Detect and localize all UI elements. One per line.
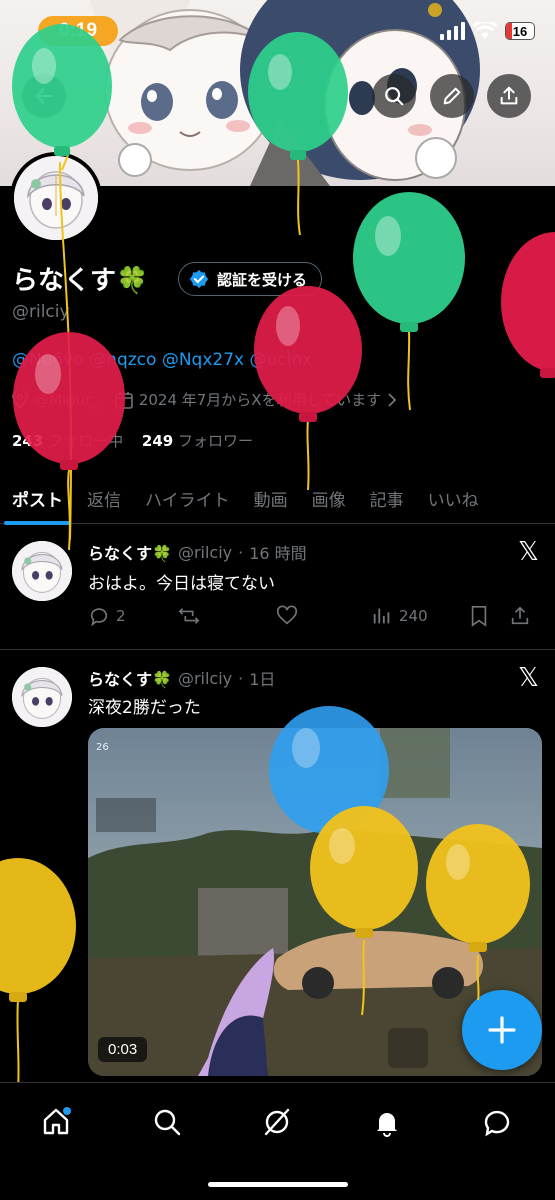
video-duration: 0:03 <box>98 1037 148 1062</box>
nav-grok[interactable] <box>252 1097 302 1147</box>
repost-icon <box>178 608 200 624</box>
svg-text:26: 26 <box>96 742 109 753</box>
views-chart-icon <box>373 608 390 624</box>
get-verified-button[interactable]: 認証を受ける <box>178 262 323 296</box>
pencil-icon <box>443 87 461 105</box>
battery-indicator: 16 <box>505 22 535 40</box>
messages-icon <box>484 1110 510 1137</box>
avatar-illustration <box>12 667 72 727</box>
post-text: 深夜2勝だった <box>88 698 201 718</box>
search-button[interactable] <box>372 74 416 118</box>
balloon-red-1 <box>254 286 362 491</box>
share-icon <box>500 86 518 105</box>
home-indicator <box>208 1182 348 1187</box>
nav-home[interactable] <box>31 1097 81 1147</box>
post-time: 16 時間 <box>249 544 307 563</box>
compose-post-button[interactable] <box>462 990 542 1070</box>
heart-icon <box>276 605 298 625</box>
tab-replies[interactable]: 返信 <box>75 472 133 524</box>
profile-tabs: ポスト 返信 ハイライト 動画 画像 記事 いいね <box>0 472 555 525</box>
post-separator: · <box>238 542 244 562</box>
wifi-icon <box>473 22 497 39</box>
search-icon <box>385 87 404 106</box>
back-button[interactable] <box>22 74 66 118</box>
x-logo-icon: 𝕏 <box>518 537 539 567</box>
nav-search[interactable] <box>142 1097 192 1147</box>
followers-label: フォロワー <box>177 432 253 450</box>
signal-icon <box>440 22 465 40</box>
avatar-illustration <box>12 541 72 601</box>
following-link[interactable]: 243 フォロー中 <box>12 432 123 450</box>
tab-highlights[interactable]: ハイライト <box>133 472 242 524</box>
location-pin-icon <box>12 390 28 409</box>
post-time: 1日 <box>249 670 276 689</box>
follow-stats: 243 フォロー中 249 フォロワー <box>12 430 253 451</box>
avatar-illustration <box>14 156 98 240</box>
get-verified-label: 認証を受ける <box>217 270 308 289</box>
grok-icon <box>264 1108 290 1136</box>
reply-button[interactable]: 2 <box>88 605 178 627</box>
nav-home-badge <box>63 1107 71 1115</box>
post-header: らなくす🍀 @rilciy · 1日 <box>88 666 275 690</box>
tab-articles[interactable]: 記事 <box>358 472 416 524</box>
plus-icon <box>488 1016 516 1044</box>
tab-videos[interactable]: 動画 <box>242 472 300 524</box>
balloon-red-3 <box>501 232 555 378</box>
tab-likes[interactable]: いいね <box>416 472 491 524</box>
followers-link[interactable]: 249 フォロワー <box>142 432 253 450</box>
display-name: らなくす🍀 <box>12 266 149 296</box>
profile-joined: 2024 年7月からXを利用しています <box>138 391 382 409</box>
following-label: フォロー中 <box>48 432 124 450</box>
notifications-icon <box>377 1113 397 1137</box>
share-post-button[interactable] <box>509 605 531 627</box>
views-count: 240 <box>399 607 428 625</box>
post-avatar[interactable] <box>12 541 72 601</box>
post-separator: · <box>238 668 244 688</box>
post-author-name: らなくす🍀 <box>88 544 172 563</box>
tab-photos[interactable]: 画像 <box>300 472 358 524</box>
chevron-right-icon[interactable] <box>387 392 397 408</box>
verified-badge-icon <box>189 269 209 289</box>
post-author-handle: @rilciy <box>177 668 233 688</box>
followers-count: 249 <box>141 432 174 450</box>
like-button[interactable] <box>276 605 371 627</box>
following-count: 243 <box>12 432 44 450</box>
back-arrow-icon <box>35 88 53 104</box>
x-logo-icon: 𝕏 <box>518 663 539 693</box>
reply-count: 2 <box>116 607 126 625</box>
views-button[interactable]: 240 <box>371 605 469 627</box>
post-author-name: らなくす🍀 <box>88 670 172 689</box>
share-button[interactable] <box>487 74 531 118</box>
post-item[interactable]: らなくす🍀 @rilciy · 16 時間 𝕏 おはよ。今日は寝てない 2 24… <box>0 525 555 650</box>
bookmark-button[interactable] <box>469 605 509 627</box>
tab-posts[interactable]: ポスト <box>0 472 75 525</box>
share-icon <box>511 606 529 625</box>
status-icons: 16 <box>439 22 535 40</box>
bookmark-icon <box>471 606 487 627</box>
nav-notifications[interactable] <box>362 1097 412 1147</box>
nav-messages[interactable] <box>472 1097 522 1147</box>
status-bar: 0:19 16 <box>0 0 555 62</box>
profile-bio[interactable]: @Nu6vo @nqzco @Nqx27x @uclnx <box>12 350 312 370</box>
profile-avatar[interactable] <box>10 152 102 244</box>
reply-icon <box>90 608 108 627</box>
profile-meta: @Migur_ 2024 年7月からXを利用しています <box>12 389 397 410</box>
post-text: おはよ。今日は寝てない <box>88 574 275 594</box>
profile-handle: @rilciy <box>12 302 70 322</box>
balloon-green-3 <box>353 192 465 411</box>
post-header: らなくす🍀 @rilciy · 16 時間 <box>88 540 307 564</box>
search-icon <box>154 1109 181 1136</box>
profile-location: @Migur_ <box>34 390 99 409</box>
status-time: 0:19 <box>38 16 118 46</box>
post-avatar[interactable] <box>12 667 72 727</box>
calendar-icon <box>115 391 133 409</box>
post-author-handle: @rilciy <box>177 542 233 562</box>
repost-button[interactable] <box>178 605 276 627</box>
edit-profile-button[interactable] <box>430 74 474 118</box>
post-actions: 2 240 <box>88 605 543 627</box>
